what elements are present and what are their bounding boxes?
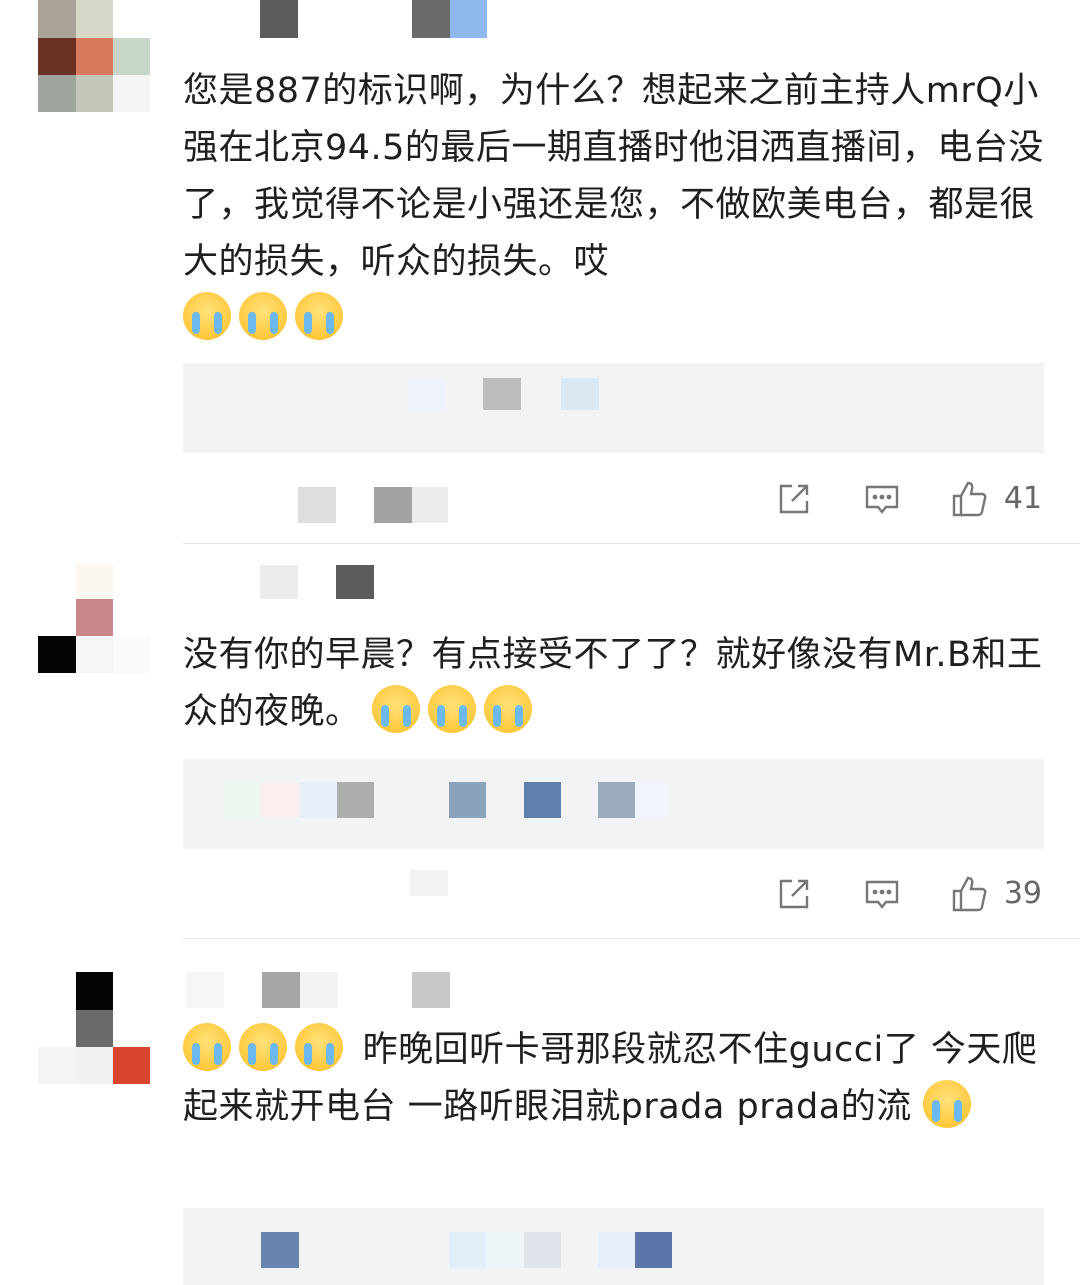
username-redacted[interactable]	[260, 0, 490, 38]
avatar[interactable]	[38, 0, 150, 112]
tearful-emoji-icon	[428, 685, 477, 733]
redacted-reply-text	[483, 378, 521, 410]
thumbs-up-icon[interactable]	[950, 479, 990, 519]
tearful-emoji-icon	[372, 685, 421, 733]
share-icon[interactable]	[774, 874, 814, 914]
pleading-emoji-group	[372, 685, 540, 733]
comment-actions: 39	[726, 871, 1042, 917]
crying-emoji-icon	[295, 1023, 343, 1071]
like-count: 41	[1003, 481, 1042, 516]
reply-icon[interactable]	[862, 874, 902, 914]
divider	[183, 938, 1080, 939]
crying-emoji-icon	[239, 292, 287, 340]
crying-emoji-icon	[923, 1080, 972, 1128]
comment-actions: 41	[726, 476, 1042, 522]
share-icon[interactable]	[774, 479, 814, 519]
like-count: 39	[1003, 876, 1042, 911]
avatar[interactable]	[38, 563, 150, 673]
divider	[183, 543, 1080, 544]
reply-preview-box[interactable]	[183, 363, 1044, 453]
crying-emoji-icon	[183, 292, 231, 340]
comment-body: 没有你的早晨？有点接受不了了？就好像没有Mr.B和王众的夜晚。	[183, 635, 1043, 732]
comment-text: 您是887的标识啊，为什么？想起来之前主持人mrQ小强在北京94.5的最后一期直…	[183, 63, 1053, 348]
reply-preview-box[interactable]	[183, 1208, 1044, 1285]
redacted-reply-text	[408, 378, 446, 410]
username-redacted[interactable]	[186, 972, 450, 1008]
redacted-reply-text	[561, 378, 599, 410]
crying-emoji-icon	[239, 1023, 287, 1071]
reply-preview-box[interactable]	[183, 759, 1044, 849]
avatar[interactable]	[38, 972, 150, 1084]
comment-3: 昨晚回听卡哥那段就忍不住gucci了 今天爬起来就开电台 一路听眼泪就prada…	[0, 940, 1080, 1285]
username-redacted[interactable]	[260, 565, 380, 599]
crying-emoji-icon	[295, 292, 343, 340]
reply-icon[interactable]	[862, 479, 902, 519]
thumbs-up-icon[interactable]	[950, 874, 990, 914]
comment-text: 没有你的早晨？有点接受不了了？就好像没有Mr.B和王众的夜晚。	[183, 627, 1053, 741]
crying-emoji-icon	[183, 1023, 231, 1071]
timestamp-redacted	[298, 487, 448, 523]
crying-emoji-group	[183, 292, 351, 340]
crying-emoji-group	[183, 1023, 363, 1071]
timestamp-redacted	[410, 870, 448, 896]
comment-text: 昨晚回听卡哥那段就忍不住gucci了 今天爬起来就开电台 一路听眼泪就prada…	[183, 1022, 1053, 1136]
comment-body: 您是887的标识啊，为什么？想起来之前主持人mrQ小强在北京94.5的最后一期直…	[183, 71, 1044, 282]
comment-1: 您是887的标识啊，为什么？想起来之前主持人mrQ小强在北京94.5的最后一期直…	[0, 0, 1080, 545]
comment-2: 没有你的早晨？有点接受不了了？就好像没有Mr.B和王众的夜晚。 39	[0, 545, 1080, 940]
tearful-emoji-icon	[484, 685, 533, 733]
